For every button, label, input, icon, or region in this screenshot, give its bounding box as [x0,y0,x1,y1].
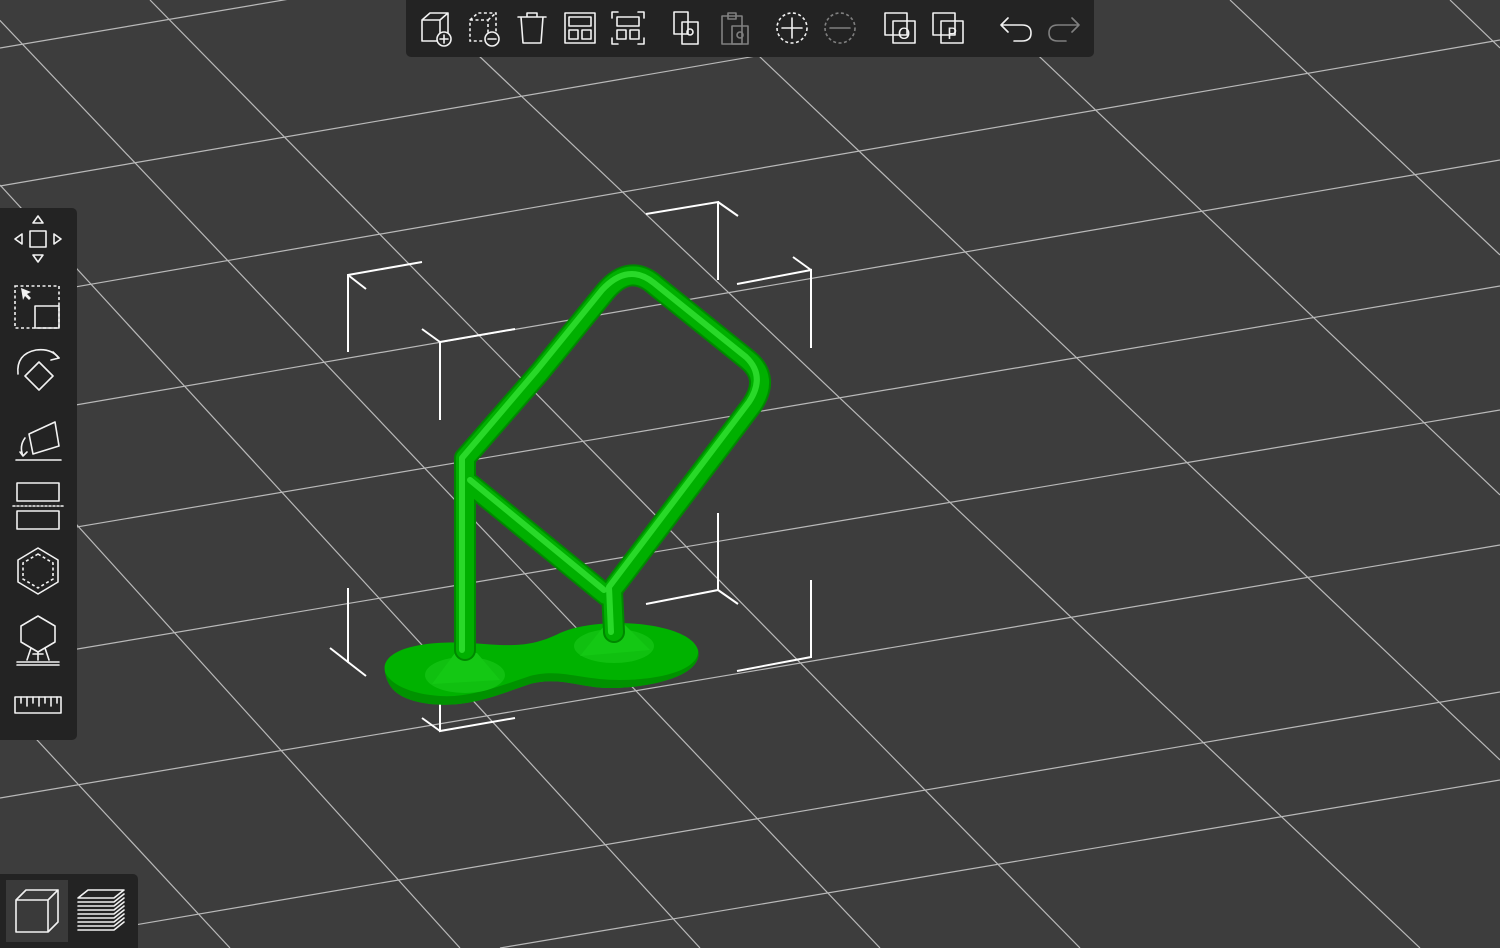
copy-button[interactable] [664,5,708,51]
scale-icon [14,285,60,329]
delete-all-button[interactable] [510,5,554,51]
svg-text:P: P [947,24,957,43]
arrange-selection-icon [611,11,645,45]
view-switch-toolbar [0,874,138,948]
add-instance-icon [776,12,808,44]
add-object-icon [421,12,452,47]
paste-button[interactable] [712,5,756,51]
split-parts-button[interactable]: P [926,5,970,51]
arrange-selection-button[interactable] [606,5,650,51]
top-toolbar: O P [406,0,1094,57]
cut-tool-button[interactable] [10,476,66,534]
cut-icon [12,482,64,530]
3d-view-button[interactable] [6,880,68,942]
paste-icon [721,12,749,45]
support-points-icon [16,615,60,666]
svg-text:O: O [898,24,911,43]
model-raft [384,623,699,705]
redo-button[interactable] [1042,5,1086,51]
rotate-tool-button[interactable] [10,342,66,400]
3d-viewport[interactable] [0,0,1500,948]
bed-grid [0,0,1500,948]
scene-canvas[interactable] [0,0,1500,948]
undo-button[interactable] [994,5,1038,51]
move-tool-button[interactable] [10,210,66,268]
green-model[interactable] [384,264,771,705]
split-objects-icon: O [884,12,916,44]
copy-icon [673,11,699,45]
delete-object-button[interactable] [462,5,506,51]
preview-button[interactable] [70,880,132,942]
ruler-icon [14,696,62,714]
add-object-button[interactable] [414,5,458,51]
hollow-tool-button[interactable] [10,542,66,600]
layers-preview-icon [77,889,125,931]
support-points-tool-button[interactable] [10,610,66,668]
rotate-icon [17,348,60,391]
measure-tool-button[interactable] [10,676,66,734]
trash-icon [517,12,547,44]
cube-3d-view-icon [15,889,59,933]
split-parts-icon: P [932,12,964,44]
arrange-button[interactable] [558,5,602,51]
hollow-icon [17,547,59,595]
split-objects-button[interactable]: O [878,5,922,51]
remove-instance-button[interactable] [818,5,862,51]
left-toolbar [0,208,77,740]
place-on-face-icon [15,421,62,461]
place-on-face-tool-button[interactable] [10,408,66,466]
redo-icon [1048,17,1080,42]
scale-tool-button[interactable] [10,276,66,334]
move-icon [14,215,62,263]
add-instance-button[interactable] [770,5,814,51]
undo-icon [1000,17,1032,42]
delete-object-icon [469,12,500,47]
remove-instance-icon [824,12,856,44]
arrange-icon [564,12,596,44]
